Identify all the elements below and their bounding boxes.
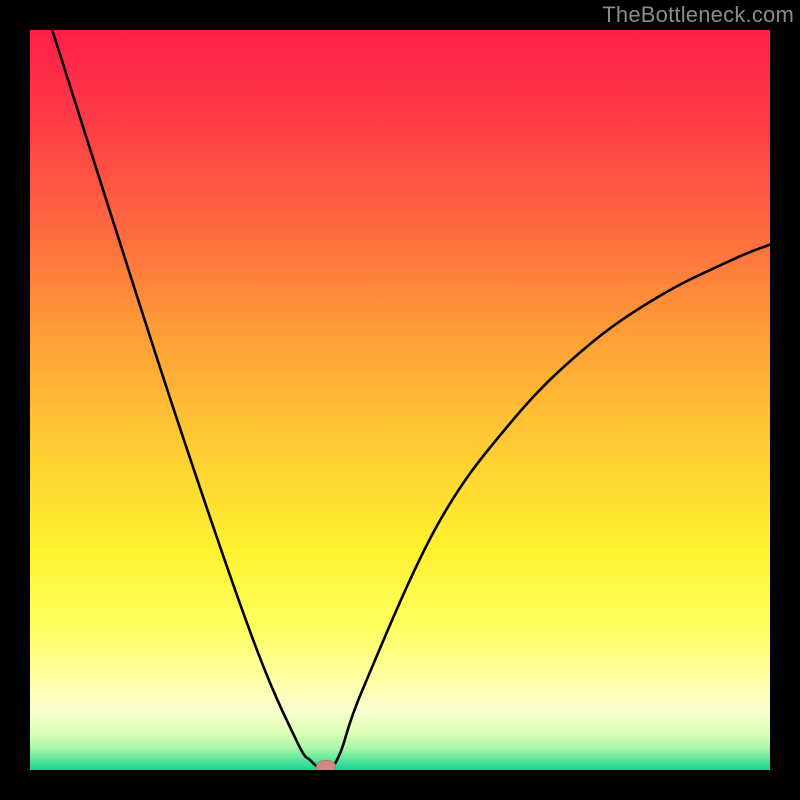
- plot-area: [30, 30, 770, 770]
- watermark-text: TheBottleneck.com: [602, 2, 794, 28]
- chart-frame: TheBottleneck.com: [0, 0, 800, 800]
- min-marker: [316, 760, 336, 770]
- curve-layer: [30, 30, 770, 770]
- curve-path: [52, 30, 770, 770]
